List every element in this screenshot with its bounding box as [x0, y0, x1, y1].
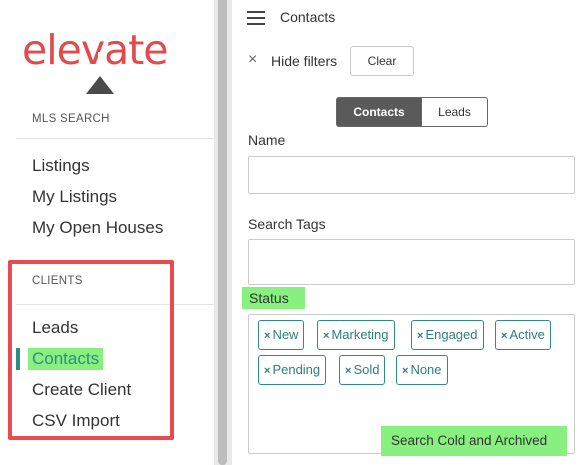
- section-title-mls-search: MLS SEARCH: [32, 113, 110, 125]
- sidebar-scrollbar-track[interactable]: [214, 0, 232, 465]
- sidebar-item-listings[interactable]: Listings: [32, 156, 90, 176]
- status-chip-active[interactable]: × Active: [495, 320, 551, 350]
- chip-label: Marketing: [331, 327, 389, 342]
- hide-filters-link[interactable]: Hide filters: [271, 53, 337, 69]
- active-indicator: [16, 348, 20, 370]
- sidebar: elevate MLS SEARCH Listings My Listings …: [0, 0, 214, 465]
- section-title-clients: CLIENTS: [32, 275, 83, 287]
- chip-label: New: [272, 327, 299, 342]
- chip-remove-icon[interactable]: ×: [264, 330, 270, 342]
- status-chip-sold[interactable]: × Sold: [339, 355, 386, 385]
- status-chip-new[interactable]: × New: [258, 320, 305, 350]
- sidebar-item-csv-import[interactable]: CSV Import: [32, 411, 120, 431]
- status-chip-pending[interactable]: × Pending: [258, 355, 327, 385]
- chip-remove-icon[interactable]: ×: [501, 330, 507, 342]
- hamburger-icon[interactable]: [247, 11, 265, 25]
- name-input[interactable]: [248, 156, 575, 194]
- toggle-leads[interactable]: Leads: [421, 97, 488, 127]
- page-title: Contacts: [280, 9, 336, 25]
- logo-letter-mask: [98, 52, 104, 74]
- status-label: Status: [242, 287, 305, 309]
- close-icon[interactable]: ×: [248, 51, 257, 69]
- chip-label: None: [410, 362, 442, 377]
- status-chip-engaged[interactable]: × Engaged: [411, 320, 484, 350]
- search-tags-label: Search Tags: [248, 216, 326, 232]
- chip-remove-icon[interactable]: ×: [402, 365, 408, 377]
- sidebar-item-contacts[interactable]: Contacts: [28, 348, 104, 370]
- filters-panel: Contacts × Hide filters Clear Contacts L…: [232, 0, 584, 465]
- sidebar-item-my-open-houses[interactable]: My Open Houses: [32, 218, 163, 238]
- sidebar-item-my-listings[interactable]: My Listings: [32, 187, 117, 207]
- chip-remove-icon[interactable]: ×: [345, 365, 351, 377]
- clear-button[interactable]: Clear: [350, 46, 414, 76]
- sidebar-scrollbar-thumb[interactable]: [218, 0, 227, 465]
- chip-label: Pending: [272, 362, 321, 377]
- search-cold-archived-link[interactable]: Search Cold and Archived: [381, 426, 567, 456]
- next-field-label: ....: [248, 456, 263, 465]
- sidebar-item-create-client[interactable]: Create Client: [32, 380, 131, 400]
- chip-label: Active: [509, 327, 545, 342]
- chip-remove-icon[interactable]: ×: [264, 365, 270, 377]
- status-chip-none[interactable]: × None: [396, 355, 448, 385]
- toggle-contacts[interactable]: Contacts: [336, 97, 422, 127]
- name-label: Name: [248, 132, 286, 148]
- status-chip-marketing[interactable]: × Marketing: [317, 320, 395, 350]
- section-divider: [16, 304, 214, 305]
- chip-label: Engaged: [425, 327, 478, 342]
- logo-text: elevate: [22, 26, 169, 74]
- section-divider: [16, 138, 214, 139]
- chip-remove-icon[interactable]: ×: [323, 330, 329, 342]
- filters-toolbar: × Hide filters Clear: [248, 46, 578, 76]
- sidebar-item-leads[interactable]: Leads: [32, 318, 78, 338]
- chip-label: Sold: [353, 362, 380, 377]
- triangle-icon: [86, 76, 114, 94]
- search-tags-input[interactable]: [248, 239, 575, 285]
- elevate-logo[interactable]: elevate: [22, 22, 192, 94]
- chip-remove-icon[interactable]: ×: [417, 330, 423, 342]
